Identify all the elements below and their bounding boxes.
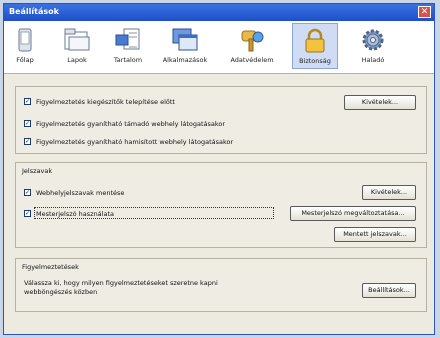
preferences-window: Beállítások ✕ Főlap Lapok Tartalom Alkal… [3,3,435,335]
passwords-legend: Jelszavak [22,167,53,175]
addons-warning-label: Figyelmeztetés kiegészítők telepítése el… [36,98,175,106]
addons-exceptions-button[interactable]: Kivételek... [344,95,416,110]
attack-site-label: Figyelmeztetés gyanítható támadó webhely… [36,120,226,128]
tab-applications-label: Alkalmazások [162,56,208,64]
tab-main-label: Főlap [16,56,34,64]
tab-advanced-label: Haladó [361,56,385,64]
tab-privacy[interactable]: Adatvédelem [226,23,278,69]
content-icon [115,28,140,50]
save-passwords-label: Webhelyjelszavak mentése [36,189,125,197]
master-password-label: Mesterjelszó használata [36,210,114,218]
save-passwords-checkbox[interactable]: ✓ [24,189,31,196]
key-icon [241,30,264,52]
tab-applications[interactable]: Alkalmazások [157,23,213,69]
lock-icon [305,28,325,53]
phone-icon [18,28,32,52]
tab-security[interactable]: Biztonság [292,23,338,69]
master-password-checkbox[interactable]: ✓ [24,210,31,217]
folder-icon [64,28,90,51]
warnings-description: Válassza ki, hogy milyen figyelmeztetése… [24,279,218,296]
tab-tabs[interactable]: Lapok [60,23,94,69]
forgery-site-label: Figyelmeztetés gyanítható hamisított web… [36,138,234,146]
warnings-legend: Figyelmeztetések [22,263,79,271]
attack-site-checkbox[interactable]: ✓ [24,120,31,127]
warning-settings-button[interactable]: Beállítások... [362,283,416,298]
preferences-toolbar: Főlap Lapok Tartalom Alkalmazások Adatvé… [4,21,434,74]
tab-main[interactable]: Főlap [10,23,40,69]
saved-passwords-button[interactable]: Mentett jelszavak... [334,227,416,242]
tab-tabs-label: Lapok [67,56,87,64]
forgery-site-checkbox[interactable]: ✓ [24,138,31,145]
close-button[interactable]: ✕ [418,6,431,18]
addons-warning-checkbox[interactable]: ✓ [24,98,31,105]
tab-privacy-label: Adatvédelem [230,56,274,64]
tab-content[interactable]: Tartalom [108,23,148,69]
password-exceptions-button[interactable]: Kivételek... [362,185,416,200]
tab-security-label: Biztonság [299,57,331,65]
tab-content-label: Tartalom [113,56,143,64]
warnings-group: Figyelmeztetések Válassza ki, hogy milye… [15,258,427,312]
window-title: Beállítások [9,7,59,16]
tab-advanced[interactable]: Haladó [356,23,390,69]
windows-icon [172,28,198,51]
general-security-group: ✓ Figyelmeztetés kiegészítők telepítése … [15,86,427,154]
title-bar: Beállítások ✕ [4,4,434,21]
change-master-password-button[interactable]: Mesterjelszó megváltoztatása... [290,206,416,221]
passwords-group: Jelszavak ✓ Webhelyjelszavak mentése Kiv… [15,162,427,248]
gear-icon [362,29,384,51]
